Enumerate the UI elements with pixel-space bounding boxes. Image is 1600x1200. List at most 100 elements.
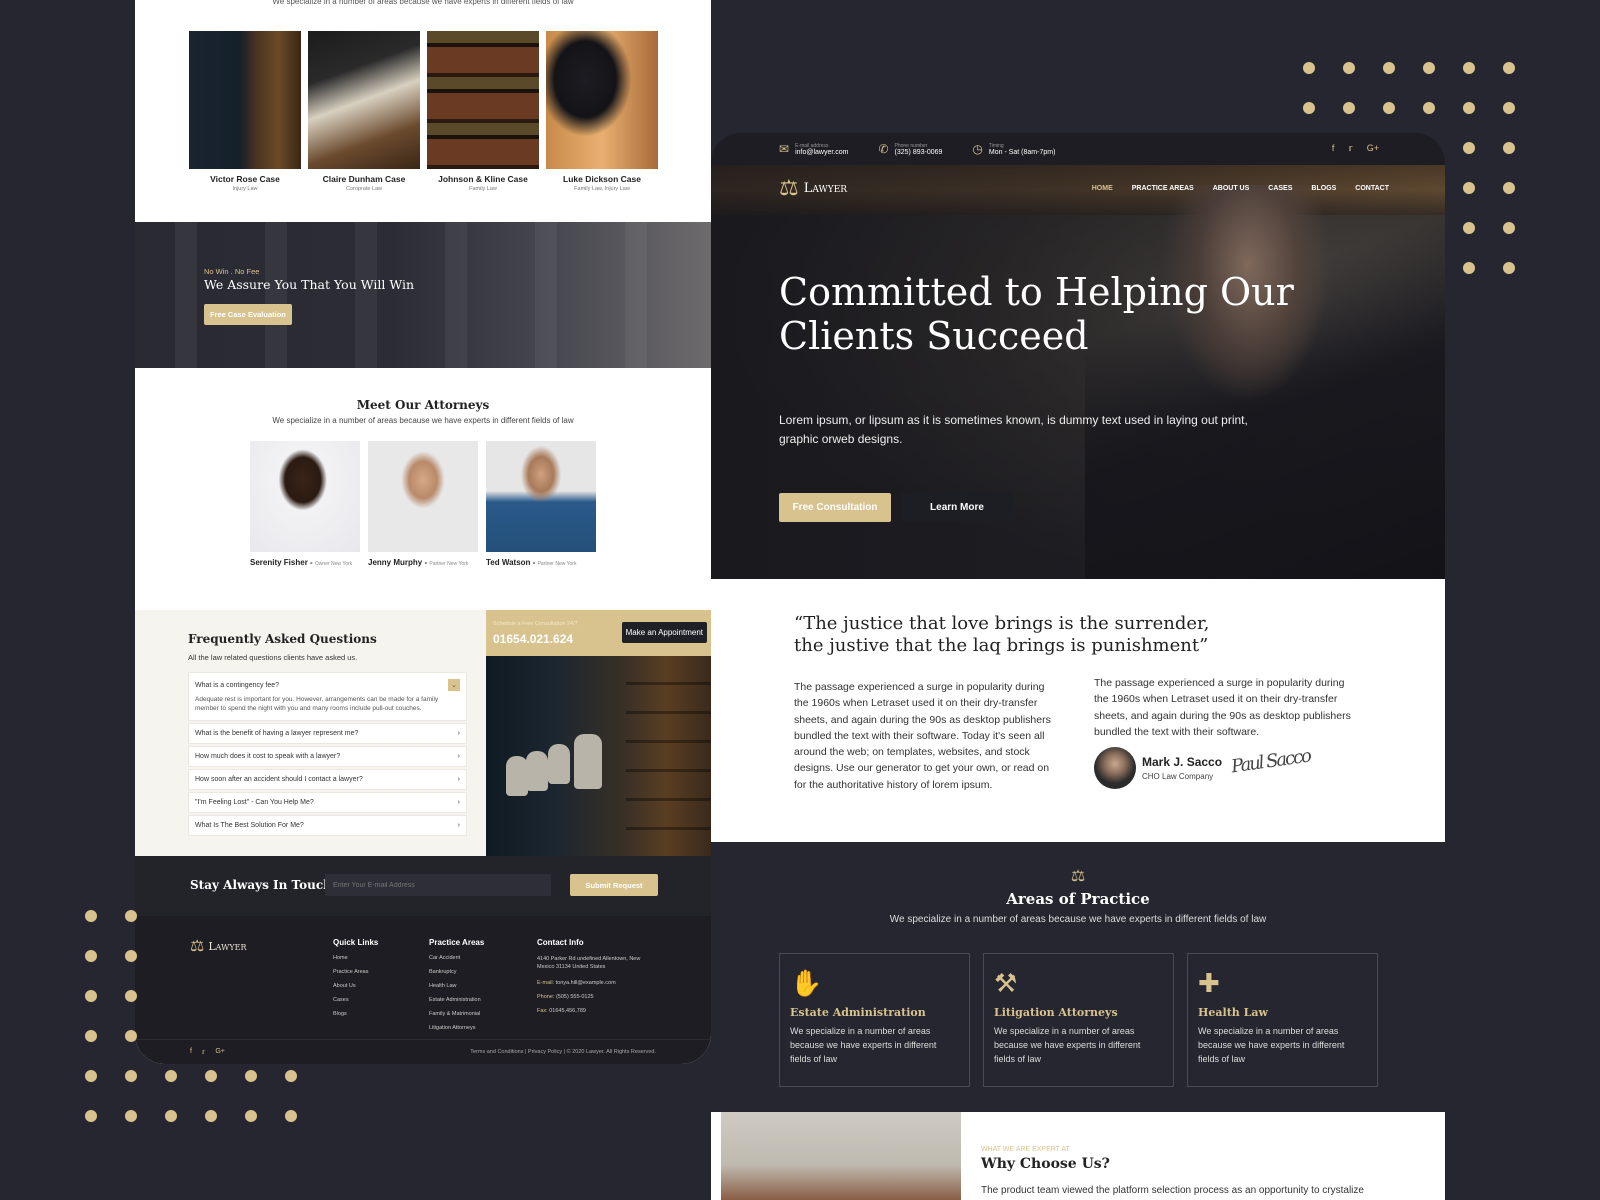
footer-link[interactable]: Bankruptcy — [429, 969, 484, 975]
faq-question: How much does it cost to speak with a la… — [195, 752, 341, 760]
footer-link[interactable]: Family & Matrimonial — [429, 1011, 484, 1017]
decorative-dot — [1303, 102, 1315, 114]
practice-card[interactable]: ⚒ Litigation Attorneys We specialize in … — [983, 953, 1174, 1087]
scales-of-justice-icon: ⚖ — [1070, 868, 1086, 885]
decorative-dot — [85, 1030, 97, 1042]
decorative-dot — [1503, 142, 1515, 154]
case-category: Family Law — [469, 186, 497, 192]
free-consultation-button[interactable]: Free Consultation — [779, 493, 891, 522]
make-appointment-button[interactable]: Make an Appointment — [621, 622, 707, 643]
practice-card[interactable]: ✋ Estate Administration We specialize in… — [779, 953, 970, 1087]
topbar-timing: ◷ Timing Mon - Sat (8am-7pm) — [972, 142, 1055, 156]
faq-question: What Is The Best Solution For Me? — [195, 821, 304, 829]
quick-links-title: Quick Links — [333, 938, 379, 947]
chevron-down-icon[interactable]: ⌄ — [448, 679, 460, 691]
twitter-icon[interactable]: 𝕣 — [1348, 143, 1352, 154]
decorative-dot — [165, 1110, 177, 1122]
author-name: Mark J. Sacco — [1142, 755, 1223, 769]
chevron-right-icon: › — [457, 798, 460, 806]
case-card[interactable]: Claire Dunham Case Coroprate Law — [308, 31, 420, 192]
practice-card-text: We specialize in a number of areas becau… — [1198, 1026, 1345, 1064]
decorative-dot — [1343, 62, 1355, 74]
chevron-right-icon: › — [457, 775, 460, 783]
nav-cases[interactable]: CASES — [1268, 185, 1292, 192]
quote-text: “The justice that love brings is the sur… — [794, 613, 1210, 656]
topbar-email[interactable]: ✉ E-mail address info@lawyer.com — [779, 142, 848, 156]
submit-request-button[interactable]: Submit Request — [570, 874, 658, 896]
faq-subtitle: All the law related questions clients ha… — [188, 653, 358, 662]
footer-link[interactable]: Home — [333, 955, 378, 961]
footer-link[interactable]: About Us — [333, 983, 378, 989]
faq-item[interactable]: What is the benefit of having a lawyer r… — [188, 722, 467, 744]
contact-address: 4140 Parker Rd undefined Allentown, New … — [537, 956, 641, 971]
attorney-role: Partner New York — [429, 561, 469, 567]
main-nav: ⚖ Lawyer HOME PRACTICE AREAS ABOUT US CA… — [779, 175, 1389, 201]
topbar-phone[interactable]: ✆ Phone number (325) 893-0069 — [878, 142, 942, 156]
attorney-card[interactable]: Serenity Fisher - Owner New York — [250, 441, 360, 567]
footer-link[interactable]: Blogs — [333, 1011, 378, 1017]
consultation-label: Schedule a Free Consultation 24/7 — [493, 621, 578, 627]
google-plus-icon[interactable]: G+ — [1367, 143, 1379, 154]
footer-link[interactable]: Car Accident — [429, 955, 484, 961]
footer-link[interactable]: Practice Areas — [333, 969, 378, 975]
attorney-card[interactable]: Ted Watson - Partner New York — [486, 441, 596, 567]
case-card[interactable]: Johnson & Kline Case Family Law — [427, 31, 539, 192]
nav-contact[interactable]: CONTACT — [1355, 185, 1389, 192]
decorative-dot — [285, 1070, 297, 1082]
nav-blogs[interactable]: BLOGS — [1311, 185, 1336, 192]
email-label: E-mail: — [537, 979, 555, 986]
faq-item[interactable]: How much does it cost to speak with a la… — [188, 745, 467, 767]
footer-link[interactable]: Health Law — [429, 983, 484, 989]
site-logo[interactable]: ⚖ Lawyer — [779, 175, 847, 201]
footer-link[interactable]: Cases — [333, 997, 378, 1003]
facebook-icon[interactable]: f — [1332, 143, 1335, 154]
attorneys-section: Meet Our Attorneys We specialize in a nu… — [135, 368, 711, 610]
footer-link[interactable]: Estate Administration — [429, 997, 484, 1003]
appointment-panel: Schedule a Free Consultation 24/7 01654.… — [486, 610, 711, 856]
promo-tag: No Win . No Fee — [204, 267, 260, 276]
free-case-evaluation-button[interactable]: Free Case Evaluation — [204, 304, 292, 325]
case-card[interactable]: Luke Dickson Case Family Law, Injury Law — [546, 31, 658, 192]
why-eyebrow: WHAT WE ARE EXPERT AT — [981, 1146, 1070, 1153]
footer-legal-links[interactable]: Terms and Conditions | Privacy Policy | … — [470, 1049, 656, 1055]
nav-practice-areas[interactable]: PRACTICE AREAS — [1132, 185, 1194, 192]
why-choose-us-section: WHAT WE ARE EXPERT AT Why Choose Us? The… — [711, 1112, 1445, 1200]
logo-text: Lawyer — [803, 180, 848, 196]
quote-paragraph-1: The passage experienced a surge in popul… — [794, 681, 1051, 791]
twitter-icon[interactable]: 𝕣 — [202, 1048, 205, 1056]
faq-list: What is a contingency fee? ⌄ Adequate re… — [188, 672, 467, 838]
faq-item-expanded[interactable]: What is a contingency fee? ⌄ Adequate re… — [188, 672, 467, 721]
decorative-dot — [205, 1070, 217, 1082]
nav-home[interactable]: HOME — [1092, 185, 1113, 192]
footer-link[interactable]: Litigation Attorneys — [429, 1025, 484, 1031]
practice-card[interactable]: ✚ Health Law We specialize in a number o… — [1187, 953, 1378, 1087]
faq-title: Frequently Asked Questions — [188, 632, 377, 646]
attorney-card[interactable]: Jenny Murphy - Partner New York — [368, 441, 478, 567]
google-plus-icon[interactable]: G+ — [215, 1048, 225, 1056]
areas-subtitle: We specialize in a number of areas becau… — [889, 914, 1267, 925]
decorative-dot — [1503, 62, 1515, 74]
footer-logo[interactable]: ⚖ Lawyer — [190, 936, 246, 956]
decorative-dot — [125, 1030, 137, 1042]
newsletter-email-input[interactable] — [325, 874, 551, 896]
decorative-dot — [1343, 102, 1355, 114]
contact-email[interactable]: E-mail: tonya.hill@example.com — [537, 980, 647, 986]
hero-section: ⚖ Lawyer HOME PRACTICE AREAS ABOUT US CA… — [711, 165, 1445, 579]
learn-more-button[interactable]: Learn More — [901, 493, 1013, 522]
case-card[interactable]: Victor Rose Case Injury Law — [189, 31, 301, 192]
decorative-dot — [85, 910, 97, 922]
facebook-icon[interactable]: f — [190, 1048, 192, 1056]
practice-card-title: Litigation Attorneys — [994, 1006, 1118, 1019]
attorney-role: Owner New York — [314, 561, 353, 567]
scales-of-justice-icon: ⚖ — [779, 175, 799, 200]
chevron-right-icon: › — [457, 729, 460, 737]
timing-value: Mon - Sat (8am-7pm) — [988, 148, 1056, 156]
footer-quick-links: Quick Links Home Practice Areas About Us… — [333, 938, 378, 1025]
decorative-dot — [1463, 62, 1475, 74]
faq-item[interactable]: How soon after an accident should I cont… — [188, 768, 467, 790]
faq-item[interactable]: What Is The Best Solution For Me? › — [188, 814, 467, 836]
faq-item[interactable]: "I'm Feeling Lost" - Can You Help Me? › — [188, 791, 467, 813]
attorney-name: Serenity Fisher - — [250, 558, 313, 567]
decorative-dot — [285, 1110, 297, 1122]
nav-about-us[interactable]: ABOUT US — [1213, 185, 1250, 192]
